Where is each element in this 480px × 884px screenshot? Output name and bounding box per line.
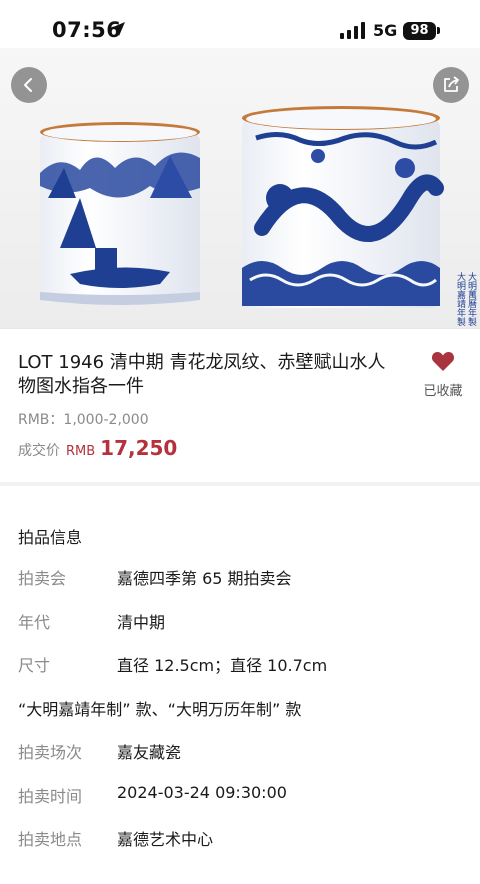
price-label: 成交价 (18, 443, 60, 459)
status-bar: 07:56 5G 98 (0, 0, 480, 48)
info-value: 嘉友藏瓷 (117, 743, 182, 762)
price-value: 17,250 (100, 436, 178, 460)
info-key: 拍卖会 (18, 569, 67, 588)
favorite-button[interactable]: 已收藏 (418, 350, 468, 399)
battery-icon: 98 (403, 22, 436, 40)
info-key: 拍卖场次 (18, 743, 83, 762)
favorite-label: 已收藏 (423, 384, 463, 399)
section-title: 拍品信息 (18, 528, 83, 547)
chevron-left-icon (24, 78, 32, 92)
seal-mark-image: 大明萬曆年製 大明嘉靖年製 (455, 272, 476, 326)
share-button[interactable] (433, 67, 469, 103)
info-key: 拍卖地点 (18, 830, 83, 849)
info-key: 尺寸 (18, 656, 51, 675)
heart-icon (431, 352, 455, 371)
estimate: RMB：1,000-2,000 (18, 412, 149, 428)
network-type: 5G (373, 21, 398, 40)
price-currency: RMB (66, 444, 96, 459)
info-value: 清中期 (117, 613, 166, 632)
lot-title: LOT 1946 清中期 青花龙凤纹、赤壁赋山水人物图水指各一件 (18, 352, 386, 397)
info-value: 嘉德艺术中心 (117, 830, 214, 849)
info-value: 2024-03-24 09:30:00 (117, 783, 287, 802)
back-button[interactable] (11, 67, 47, 103)
hammer-price: 成交价 RMB 17,250 (18, 436, 177, 460)
info-value: 直径 12.5cm；直径 10.7cm (117, 656, 328, 675)
left-brush-pot (40, 122, 200, 305)
battery-tip (437, 27, 440, 34)
info-value: 嘉德四季第 65 期拍卖会 (117, 569, 292, 588)
reign-mark-text: “大明嘉靖年制” 款、“大明万历年制” 款 (18, 700, 302, 719)
info-key: 拍卖时间 (18, 787, 83, 806)
lot-image[interactable]: 大明萬曆年製 大明嘉靖年製 (0, 48, 480, 329)
location-arrow-icon (111, 22, 125, 36)
share-icon (444, 76, 459, 92)
porcelain-photo (0, 48, 480, 328)
info-key: 年代 (18, 613, 51, 632)
cellular-signal-icon (340, 22, 365, 39)
section-divider (0, 482, 480, 486)
